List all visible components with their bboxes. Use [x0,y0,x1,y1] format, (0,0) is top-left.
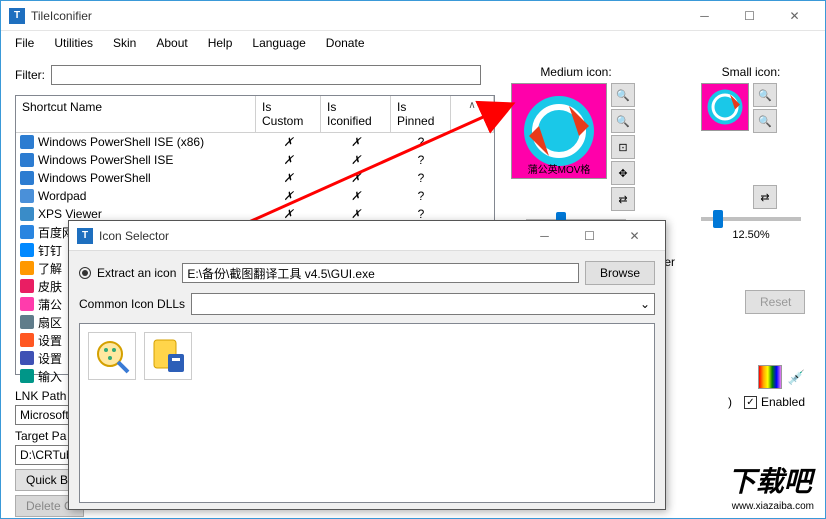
zoom-actual-small-button[interactable]: 🔍 [753,109,777,133]
swap-small-button[interactable]: ⇄ [753,185,777,209]
scroll-up-icon[interactable]: ∧ [451,96,494,132]
dialog-minimize-button[interactable]: ─ [522,222,567,250]
filter-input[interactable] [51,65,481,85]
medium-icon-preview[interactable]: 蒲公英MOV格 [511,83,607,179]
chevron-down-icon: ⌄ [640,297,650,311]
zoom-in-small-button[interactable]: 🔍 [753,83,777,107]
th-is-iconified[interactable]: Is Iconified [321,96,391,132]
medium-icon-caption: 蒲公英MOV格 [514,161,604,176]
extract-radio[interactable] [79,267,91,279]
menu-donate[interactable]: Donate [316,32,375,54]
move-medium-button[interactable]: ✥ [611,161,635,185]
icon-list[interactable] [79,323,655,503]
eyedropper-icon[interactable]: 💉 [788,369,805,386]
th-is-custom[interactable]: Is Custom [256,96,321,132]
menu-help[interactable]: Help [198,32,243,54]
close-button[interactable]: ✕ [772,2,817,30]
table-row[interactable]: Wordpad✗✗? [16,187,494,205]
enabled-checkbox[interactable] [744,396,757,409]
lnk-path-input[interactable] [15,405,75,425]
icon-path-input[interactable] [182,263,579,283]
common-dlls-label: Common Icon DLLs [79,297,185,311]
small-icon-label: Small icon: [701,65,801,79]
th-is-pinned[interactable]: Is Pinned [391,96,451,132]
table-row[interactable]: Windows PowerShell ISE✗✗? [16,151,494,169]
zoom-in-medium-button[interactable]: 🔍 [611,83,635,107]
watermark-text: 下载吧 [728,460,818,500]
window-title: TileIconifier [31,9,682,23]
color-swatch[interactable] [758,365,782,389]
menu-language[interactable]: Language [242,32,315,54]
medium-icon-label: Medium icon: [511,65,641,79]
table-row[interactable]: Windows PowerShell✗✗? [16,169,494,187]
app-icon: T [9,8,25,24]
reset-button[interactable]: Reset [745,290,805,314]
common-dlls-combo[interactable]: ⌄ [191,293,655,315]
target-path-input[interactable] [15,445,75,465]
dialog-maximize-button[interactable]: ☐ [567,222,612,250]
small-zoom-slider[interactable] [701,217,801,221]
icon-selector-dialog: T Icon Selector ─ ☐ ✕ Extract an icon Br… [68,220,666,510]
icon-item-0[interactable] [88,332,136,380]
dialog-app-icon: T [77,228,93,244]
menu-about[interactable]: About [146,32,197,54]
center-medium-button[interactable]: ⊡ [611,135,635,159]
th-shortcut-name[interactable]: Shortcut Name [16,96,256,132]
icon-item-1[interactable] [144,332,192,380]
minimize-button[interactable]: ─ [682,2,727,30]
dialog-title: Icon Selector [99,229,522,243]
watermark-url: www.xiazaiba.com [728,500,818,513]
browse-button[interactable]: Browse [585,261,655,285]
dialog-close-button[interactable]: ✕ [612,222,657,250]
menubar: File Utilities Skin About Help Language … [1,31,825,55]
titlebar: T TileIconifier ─ ☐ ✕ [1,1,825,31]
zoom-actual-medium-button[interactable]: 🔍 [611,109,635,133]
swap-medium-button[interactable]: ⇄ [611,187,635,211]
small-percent-label: 12.50% [701,229,801,241]
watermark: 下载吧 www.xiazaiba.com [728,460,818,513]
maximize-button[interactable]: ☐ [727,2,772,30]
small-icon-preview[interactable] [701,83,749,131]
menu-utilities[interactable]: Utilities [44,32,103,54]
table-row[interactable]: Windows PowerShell ISE (x86)✗✗? [16,133,494,151]
menu-file[interactable]: File [5,32,44,54]
extract-label: Extract an icon [97,266,176,280]
filter-label: Filter: [15,68,45,82]
menu-skin[interactable]: Skin [103,32,146,54]
enabled-label: Enabled [761,395,805,409]
